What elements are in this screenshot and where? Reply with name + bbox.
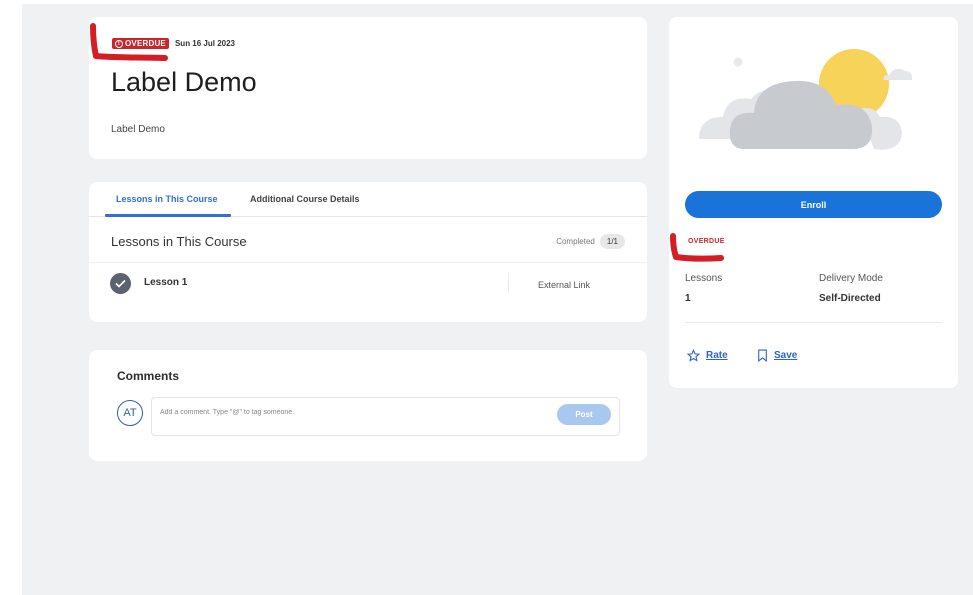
- comment-box: Post: [151, 397, 620, 436]
- course-tabs: Lessons in This Course Additional Course…: [89, 182, 647, 217]
- lessons-value: 1: [685, 293, 691, 304]
- completed-label: Completed: [556, 237, 595, 246]
- rate-link[interactable]: Rate: [687, 349, 728, 362]
- divider: [508, 273, 509, 293]
- enroll-button[interactable]: Enroll: [685, 191, 942, 218]
- tab-additional-details[interactable]: Additional Course Details: [250, 194, 360, 204]
- comments-title: Comments: [117, 369, 180, 383]
- course-description: Label Demo: [111, 124, 165, 135]
- lessons-section-title: Lessons in This Course: [111, 234, 247, 249]
- annotation-mark: [670, 233, 724, 262]
- rate-label[interactable]: Rate: [706, 350, 728, 361]
- save-link[interactable]: Save: [757, 349, 797, 362]
- post-button[interactable]: Post: [557, 404, 611, 425]
- check-icon: [110, 273, 131, 294]
- active-tab-indicator: [105, 214, 231, 217]
- delivery-mode-value: Self-Directed: [819, 293, 881, 304]
- save-label[interactable]: Save: [774, 350, 797, 361]
- due-date: Sun 16 Jul 2023: [174, 39, 235, 48]
- star-icon: [687, 349, 700, 362]
- completed-count: 1/1: [599, 234, 625, 249]
- comments-card: Comments AT Post: [89, 350, 647, 461]
- avatar: AT: [117, 400, 143, 426]
- annotation-mark: [90, 23, 168, 61]
- lesson-type: External Link: [538, 280, 591, 290]
- lessons-label: Lessons: [685, 273, 723, 284]
- lesson-row[interactable]: Lesson 1 External Link: [89, 263, 647, 303]
- tab-lessons[interactable]: Lessons in This Course: [116, 194, 218, 204]
- comment-input[interactable]: [160, 404, 540, 420]
- page-title: Label Demo: [111, 67, 257, 97]
- cloud-sun-illustration: [699, 49, 913, 150]
- lessons-card: Lessons in This Course Additional Course…: [89, 182, 647, 322]
- course-side-panel: Enroll OVERDUE Lessons 1 Delivery Mode S…: [669, 17, 958, 388]
- completion-status: Completed 1/1: [556, 234, 625, 249]
- lesson-name[interactable]: Lesson 1: [144, 277, 187, 288]
- delivery-mode-label: Delivery Mode: [819, 273, 883, 284]
- divider: [685, 322, 942, 323]
- course-header-card: ! OVERDUE Sun 16 Jul 2023 Label Demo Lab…: [89, 17, 647, 159]
- bookmark-icon: [758, 349, 767, 362]
